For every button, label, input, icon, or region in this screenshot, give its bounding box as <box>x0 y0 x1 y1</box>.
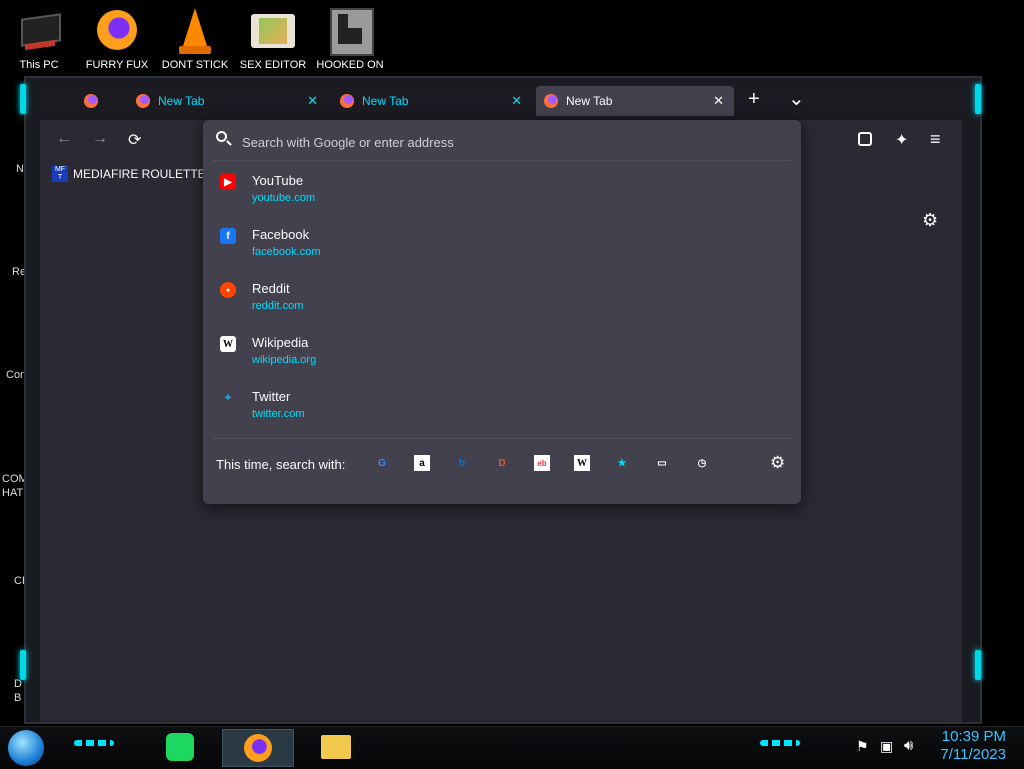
taskbar-file-explorer-button[interactable] <box>316 729 356 765</box>
tab-pinned[interactable] <box>84 86 124 116</box>
spotify-icon <box>166 733 194 761</box>
firefox-icon <box>84 94 98 108</box>
bookmark-item[interactable]: MF T MEDIAFIRE ROULETTER <box>52 166 214 182</box>
extensions-icon[interactable]: ✦ <box>895 130 908 150</box>
desktop-icon-sex-editor[interactable]: SEX EDITOR <box>238 8 308 71</box>
taskbar-spotify-button[interactable] <box>160 729 200 765</box>
firefox-icon <box>544 94 558 108</box>
desktop-icon-label: This PC <box>19 59 59 71</box>
reload-button[interactable]: ⟳ <box>128 130 141 150</box>
desktop-icon-label: HOOKED ON <box>316 59 384 71</box>
system-clock[interactable]: 10:39 PM 7/11/2023 <box>940 728 1006 764</box>
google-icon[interactable]: G <box>374 455 390 471</box>
new-tab-button[interactable]: + <box>748 88 760 111</box>
tab-new-tab-active[interactable]: New Tab ✕ <box>536 86 734 116</box>
suggestion-title: Wikipedia <box>252 335 309 350</box>
search-with-label: This time, search with: <box>216 457 346 472</box>
page-settings-gear-icon[interactable]: ⚙ <box>922 210 938 231</box>
suggestion-title: Facebook <box>252 227 310 242</box>
desktop-icon-label: FURRY FUX <box>85 59 149 71</box>
wikipedia-icon[interactable]: W <box>574 455 590 471</box>
dropdown-divider <box>213 160 791 161</box>
suggestion-url: wikipedia.org <box>252 354 317 366</box>
twitter-icon: ✦ <box>223 392 233 404</box>
desktop-partial-label: B <box>14 692 22 704</box>
game-icon <box>326 8 374 56</box>
history-icon[interactable]: ◷ <box>694 455 710 471</box>
tabs-icon[interactable]: ▭ <box>654 455 670 471</box>
reddit-icon: ● <box>220 282 236 298</box>
suggestion-title: Reddit <box>252 281 290 296</box>
bookmark-label: MEDIAFIRE ROULETTER <box>73 167 215 181</box>
frame-glow-decoration <box>20 84 26 114</box>
start-button[interactable] <box>8 730 44 766</box>
bookmarks-star-icon[interactable]: ★ <box>614 455 630 471</box>
pocket-icon[interactable] <box>858 132 872 146</box>
firefox-icon <box>93 8 141 56</box>
firefox-icon <box>136 94 150 108</box>
back-button[interactable]: ← <box>56 130 72 148</box>
mediafire-icon: MF T <box>52 166 68 182</box>
desktop-icon-label: SEX EDITOR <box>239 59 307 71</box>
clock-date: 7/11/2023 <box>940 746 1006 763</box>
ebay-icon[interactable]: eb <box>534 455 550 471</box>
desktop-icon-furry-fux[interactable]: FURRY FUX <box>82 8 152 71</box>
suggestion-row-reddit[interactable]: ● Reddit reddit.com <box>206 278 798 330</box>
close-tab-icon[interactable]: ✕ <box>713 93 724 109</box>
facebook-icon: f <box>220 228 236 244</box>
close-tab-icon[interactable]: ✕ <box>511 93 522 109</box>
computer-icon <box>15 8 63 56</box>
folder-icon <box>321 735 351 759</box>
wikipedia-icon: W <box>220 336 236 352</box>
bing-icon[interactable]: b <box>454 455 470 471</box>
desktop-partial-label: N <box>16 163 24 175</box>
tab-new-tab-2[interactable]: New Tab ✕ <box>332 86 532 116</box>
tab-label: New Tab <box>158 94 205 108</box>
suggestion-title: YouTube <box>252 173 304 188</box>
tab-label: New Tab <box>566 94 613 108</box>
taskbar-firefox-button[interactable] <box>222 729 294 767</box>
suggestion-title: Twitter <box>252 389 291 404</box>
clock-time: 10:39 PM <box>941 728 1006 745</box>
volume-icon[interactable]: 🔊︎ <box>904 737 913 754</box>
tab-new-tab-1[interactable]: New Tab ✕ <box>128 86 328 116</box>
suggestion-row-twitter[interactable]: ✦ Twitter twitter.com <box>206 386 798 438</box>
vlc-cone-icon <box>171 8 219 56</box>
desktop-icon-label: DONT STICK <box>161 59 229 71</box>
search-settings-gear-icon[interactable]: ⚙ <box>770 453 785 473</box>
suggestion-url: facebook.com <box>252 246 321 258</box>
youtube-icon: ▶ <box>220 174 236 190</box>
taskbar-decoration <box>760 740 800 746</box>
list-all-tabs-button[interactable]: ⌄ <box>788 86 805 111</box>
suggestion-url: youtube.com <box>252 192 315 204</box>
url-search-input[interactable] <box>240 131 784 153</box>
firefox-icon <box>340 94 354 108</box>
menu-icon[interactable]: ≡ <box>930 129 941 150</box>
frame-glow-decoration <box>975 84 981 114</box>
desktop-icon-hooked-on[interactable]: HOOKED ON <box>315 8 385 71</box>
desktop-icon-this-pc[interactable]: This PC <box>4 8 74 71</box>
taskbar <box>0 726 1024 769</box>
dropdown-divider <box>213 438 791 439</box>
firefox-icon <box>244 734 272 762</box>
suggestion-row-youtube[interactable]: ▶ YouTube youtube.com <box>206 170 798 222</box>
tab-label: New Tab <box>362 94 409 108</box>
suggestion-url: reddit.com <box>252 300 304 312</box>
network-icon[interactable]: ▣ <box>880 738 893 755</box>
amazon-icon[interactable]: a <box>414 455 430 471</box>
suggestion-url: twitter.com <box>252 408 305 420</box>
suggestion-row-facebook[interactable]: f Facebook facebook.com <box>206 224 798 276</box>
forward-button[interactable]: → <box>92 130 108 148</box>
desktop-icon-dont-stick[interactable]: DONT STICK <box>160 8 230 71</box>
frame-glow-decoration <box>20 650 26 680</box>
close-tab-icon[interactable]: ✕ <box>307 93 318 109</box>
duckduckgo-icon[interactable]: D <box>494 455 510 471</box>
hxd-editor-icon <box>249 8 297 56</box>
tab-strip: New Tab ✕ New Tab ✕ New Tab ✕ + ⌄ <box>40 82 968 116</box>
action-center-flag-icon[interactable]: ⚑ <box>856 738 869 755</box>
taskbar-decoration <box>74 740 114 746</box>
suggestion-row-wikipedia[interactable]: W Wikipedia wikipedia.org <box>206 332 798 384</box>
search-icon <box>216 131 227 142</box>
frame-glow-decoration <box>975 650 981 680</box>
